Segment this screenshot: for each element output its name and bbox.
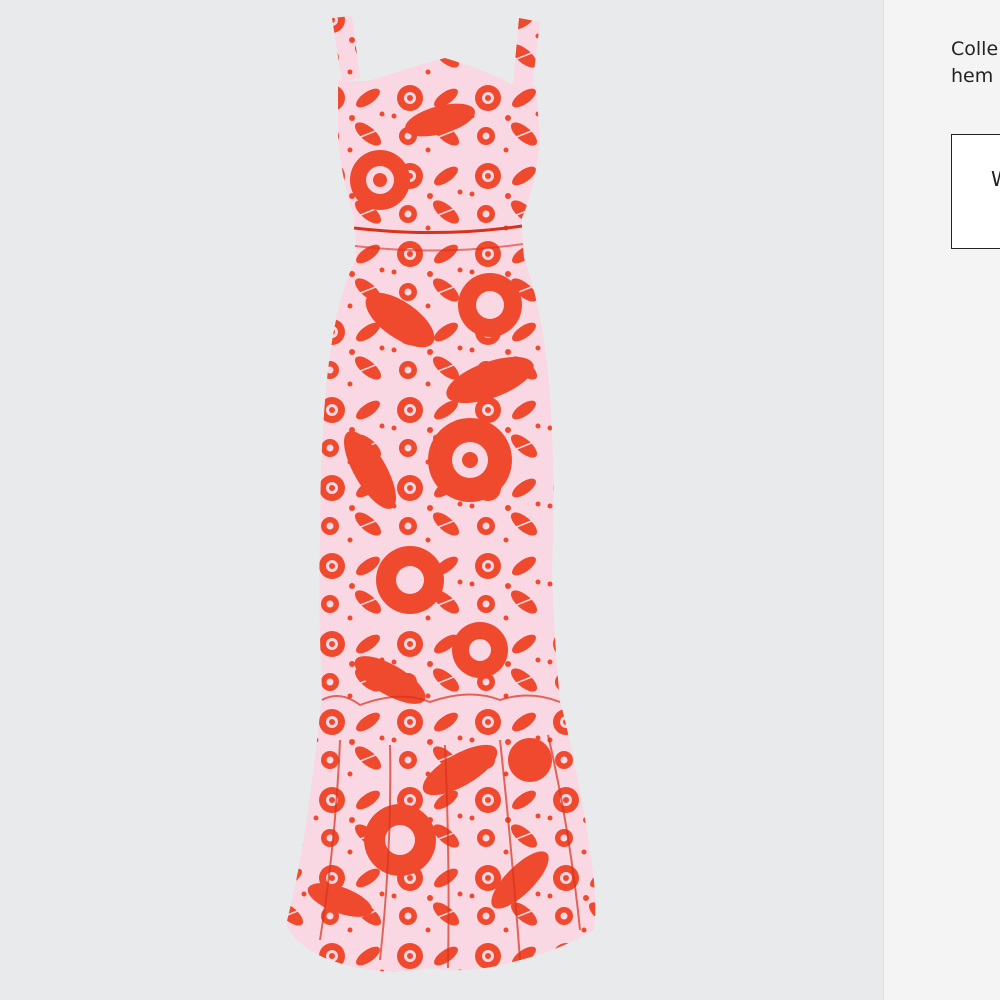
description-line-1: Colle bbox=[951, 38, 999, 60]
left-strap bbox=[332, 16, 360, 82]
right-strap bbox=[513, 18, 540, 88]
product-description: Colle hem bbox=[951, 36, 1000, 90]
product-image-panel bbox=[0, 0, 883, 1000]
product-photo bbox=[286, 16, 596, 972]
description-line-2: hem bbox=[951, 65, 994, 87]
dress-body bbox=[286, 58, 596, 972]
action-button[interactable]: W bbox=[951, 134, 1000, 249]
action-button-label: W bbox=[991, 167, 1000, 191]
product-info-panel: Colle hem W bbox=[884, 0, 1000, 1000]
product-page: Colle hem W bbox=[0, 0, 1000, 1000]
